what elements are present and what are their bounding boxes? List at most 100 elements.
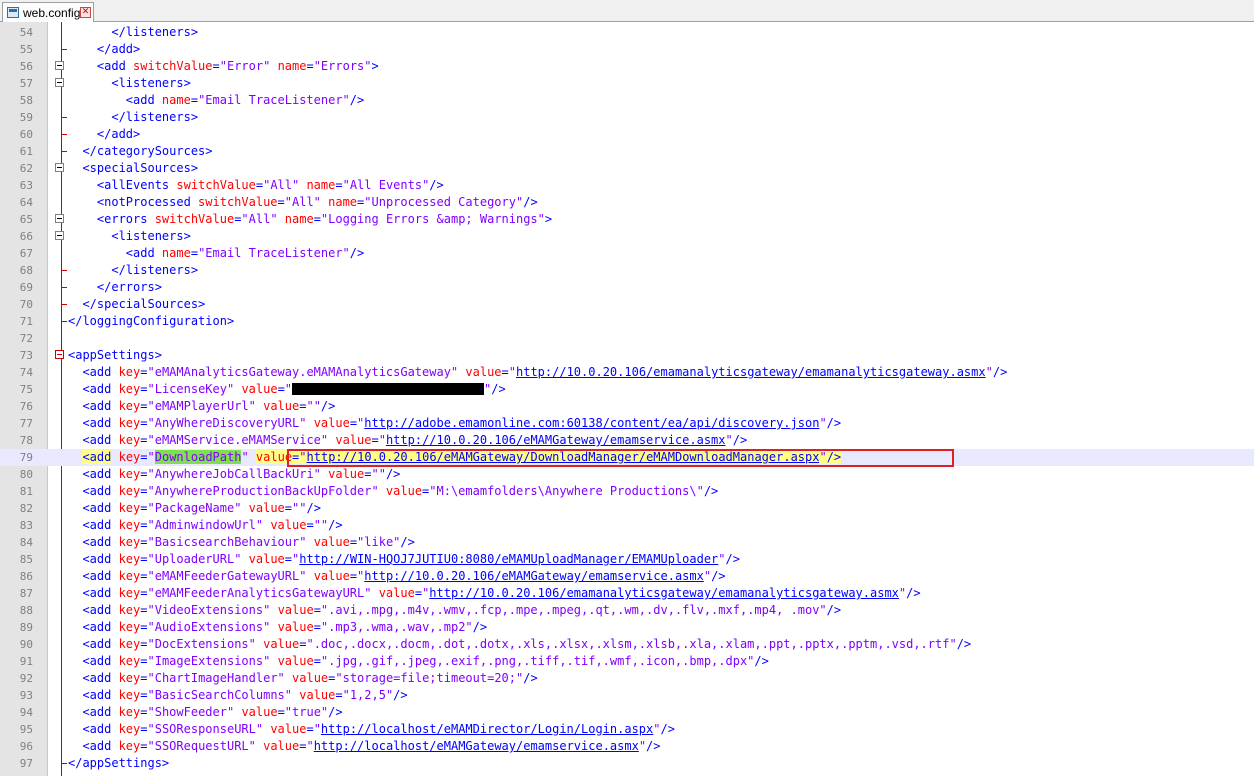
code-line[interactable]: 78 <add key="eMAMService.eMAMService" va…	[0, 432, 1254, 449]
code-line[interactable]: 54 </listeners>	[0, 24, 1254, 41]
line-number: 73	[19, 349, 33, 362]
fold-toggle-icon[interactable]	[55, 231, 64, 240]
code-line[interactable]: 72	[0, 330, 1254, 347]
code-text: <add key="SSORequestURL" value="http://l…	[68, 738, 660, 755]
code-line[interactable]: 77 <add key="AnyWhereDiscoveryURL" value…	[0, 415, 1254, 432]
line-number: 85	[19, 553, 33, 566]
line-number: 91	[19, 655, 33, 668]
line-number: 71	[19, 315, 33, 328]
code-line[interactable]: 66 <listeners>	[0, 228, 1254, 245]
fold-toggle-icon[interactable]	[55, 61, 64, 70]
code-line[interactable]: 82 <add key="PackageName" value=""/>	[0, 500, 1254, 517]
code-line[interactable]: 80 <add key="AnywhereJobCallBackUri" val…	[0, 466, 1254, 483]
code-token: key	[118, 365, 141, 379]
code-editor[interactable]: 54 </listeners> 55 </add> 56 <add switchVa…	[0, 22, 1254, 776]
code-line[interactable]: 60 </add>	[0, 126, 1254, 143]
code-line[interactable]: 96 <add key="SSORequestURL" value="http:…	[0, 738, 1254, 755]
code-line[interactable]: 64 <notProcessed switchValue="All" name=…	[0, 194, 1254, 211]
code-token: =	[140, 552, 148, 566]
code-token: value	[270, 722, 307, 736]
code-line[interactable]: 94 <add key="ShowFeeder" value="true"/>	[0, 704, 1254, 721]
line-number: 65	[19, 213, 33, 226]
code-token: "	[718, 552, 726, 566]
code-line[interactable]: 59 </listeners>	[0, 109, 1254, 126]
code-token: />	[754, 654, 769, 668]
code-text: <add key="UploaderURL" value="http://WIN…	[68, 551, 740, 568]
code-line[interactable]: 61 </categorySources>	[0, 143, 1254, 160]
code-token: http://10.0.20.106/emamanalyticsgateway/…	[516, 365, 986, 379]
code-line[interactable]: 95 <add key="SSOResponseURL" value="http…	[0, 721, 1254, 738]
code-line[interactable]: 93 <add key="BasicSearchColumns" value="…	[0, 687, 1254, 704]
fold-end-marker	[62, 134, 67, 135]
code-token: <add	[68, 620, 119, 634]
code-line[interactable]: 76 <add key="eMAMPlayerUrl" value=""/>	[0, 398, 1254, 415]
code-token: />	[491, 382, 506, 396]
line-number: 80	[19, 468, 33, 481]
code-line[interactable]: 89 <add key="AudioExtensions" value=".mp…	[0, 619, 1254, 636]
code-line[interactable]: 90 <add key="DocExtensions" value=".doc,…	[0, 636, 1254, 653]
tab-web-config[interactable]: web.config ✕	[2, 2, 94, 22]
code-token: http://10.0.20.106/eMAMGateway/emamservi…	[364, 569, 704, 583]
code-line[interactable]: 92 <add key="ChartImageHandler" value="s…	[0, 670, 1254, 687]
code-token: "Errors"	[313, 59, 372, 73]
code-token: =	[140, 467, 148, 481]
code-token: "storage=file;timeout=20;"	[335, 671, 524, 685]
code-token: ".avi,.mpg,.m4v,.wmv,.fcp,.mpe,.mpeg,.qt…	[320, 603, 827, 617]
code-line[interactable]: 81 <add key="AnywhereProductionBackUpFol…	[0, 483, 1254, 500]
code-token: =	[190, 93, 199, 107]
code-token: "true"	[284, 705, 329, 719]
line-number: 86	[19, 570, 33, 583]
code-token: =	[277, 382, 285, 396]
code-line[interactable]: 71 </loggingConfiguration>	[0, 313, 1254, 330]
code-token: >	[544, 212, 553, 226]
code-line[interactable]: 69 </errors>	[0, 279, 1254, 296]
code-token: ""	[292, 501, 307, 515]
code-line[interactable]: 87 <add key="eMAMFeederAnalyticsGatewayU…	[0, 585, 1254, 602]
fold-toggle-icon[interactable]	[55, 350, 64, 359]
code-line[interactable]: 68 </listeners>	[0, 262, 1254, 279]
code-line[interactable]: 57 <listeners>	[0, 75, 1254, 92]
fold-toggle-icon[interactable]	[55, 214, 64, 223]
code-line[interactable]: 65 <errors switchValue="All" name="Loggi…	[0, 211, 1254, 228]
line-number: 94	[19, 706, 33, 719]
code-line[interactable]: 75 <add key="LicenseKey" value=" "/>	[0, 381, 1254, 398]
line-number: 97	[19, 757, 33, 770]
code-token: <add	[68, 59, 134, 73]
code-line[interactable]: 74 <add key="eMAMAnalyticsGateway.eMAMAn…	[0, 364, 1254, 381]
code-line[interactable]: 55 </add>	[0, 41, 1254, 58]
line-number: 82	[19, 502, 33, 515]
line-number: 56	[19, 60, 33, 73]
code-line[interactable]: 73 <appSettings>	[0, 347, 1254, 364]
line-number: 77	[19, 417, 33, 430]
code-text: </loggingConfiguration>	[68, 313, 234, 330]
code-line[interactable]: 84 <add key="BasicsearchBehaviour" value…	[0, 534, 1254, 551]
code-token: />	[956, 637, 972, 651]
fold-toggle-icon[interactable]	[55, 163, 64, 172]
code-line[interactable]: 63 <allEvents switchValue="All" name="Al…	[0, 177, 1254, 194]
code-line[interactable]: 91 <add key="ImageExtensions" value=".jp…	[0, 653, 1254, 670]
code-line[interactable]: 62 <specialSources>	[0, 160, 1254, 177]
code-line[interactable]: 85 <add key="UploaderURL" value="http://…	[0, 551, 1254, 568]
code-line[interactable]: 88 <add key="VideoExtensions" value=".av…	[0, 602, 1254, 619]
code-line[interactable]: 67 <add name="Email TraceListener"/>	[0, 245, 1254, 262]
code-token: key	[118, 637, 141, 651]
fold-end-marker	[62, 117, 67, 118]
code-token: =	[414, 586, 423, 600]
code-token: key	[118, 501, 141, 515]
code-line[interactable]: 56 <add switchValue="Error" name="Errors…	[0, 58, 1254, 75]
code-text: </listeners>	[68, 24, 198, 41]
code-line[interactable]: 97 </appSettings>	[0, 755, 1254, 772]
fold-toggle-icon[interactable]	[55, 78, 64, 87]
line-number: 83	[19, 519, 33, 532]
code-line[interactable]: 86 <add key="eMAMFeederGatewayURL" value…	[0, 568, 1254, 585]
code-token: key	[118, 535, 141, 549]
close-icon[interactable]: ✕	[80, 7, 91, 18]
code-token: <add	[68, 552, 119, 566]
code-token: value	[385, 484, 423, 498]
line-number: 90	[19, 638, 33, 651]
code-line[interactable]: 83 <add key="AdminwindowUrl" value=""/>	[0, 517, 1254, 534]
code-line[interactable]: 58 <add name="Email TraceListener"/>	[0, 92, 1254, 109]
code-line[interactable]: 70 </specialSources>	[0, 296, 1254, 313]
